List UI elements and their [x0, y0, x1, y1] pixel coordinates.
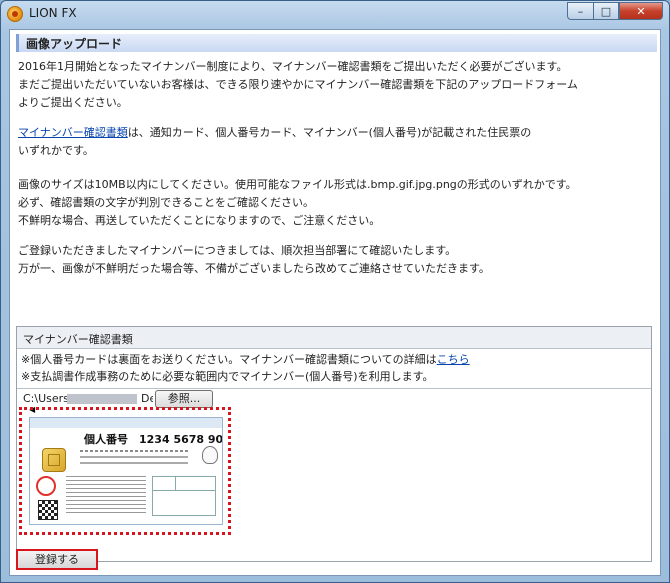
document-types-paragraph: マイナンバー確認書類は、通知カード、個人番号カード、マイナンバー(個人番号)が記…	[18, 124, 531, 160]
redacted-username	[67, 394, 137, 404]
image-preview: 個人番号 1234 5678 9012	[19, 407, 231, 535]
qr-code-icon	[38, 500, 58, 520]
file-requirements-paragraph: 画像のサイズは10MB以内にしてください。使用可能なファイル形式は.bmp.gi…	[18, 176, 577, 230]
document-types-text: は、通知カード、個人番号カード、マイナンバー(個人番号)が記載された住民票の	[127, 126, 532, 139]
mascot-icon	[202, 446, 218, 464]
upload-note-2: ※支払調書作成事務のために必要な範囲内でマイナンバー(個人番号)を利用します。	[21, 370, 434, 383]
card-fine-print	[66, 476, 146, 516]
card-text-lines	[80, 450, 188, 452]
close-button[interactable]: ✕	[619, 2, 663, 20]
intro-line-2: まだご提出いただいていないお客様は、できる限り速やかにマイナンバー確認書類を下記…	[18, 78, 578, 91]
upload-form-title: マイナンバー確認書類	[23, 333, 133, 346]
chip-icon	[42, 448, 66, 472]
upload-note-1: ※個人番号カードは裏面をお送りください。マイナンバー確認書類についての詳細はこち…	[21, 352, 470, 368]
file-requirements-line-2: 必ず、確認書類の文字が判別できることをご確認ください。	[18, 196, 315, 209]
maximize-button[interactable]: □	[593, 2, 619, 20]
upload-form-header: マイナンバー確認書類	[17, 327, 651, 349]
file-requirements-line-1: 画像のサイズは10MB以内にしてください。使用可能なファイル形式は.bmp.gi…	[18, 178, 577, 191]
confirmation-paragraph: ご登録いただきましたマイナンバーにつきましては、順次担当部署にて確認いたします。…	[18, 242, 490, 278]
intro-paragraph: 2016年1月開始となったマイナンバー制度により、マイナンバー確認書類をご提出い…	[18, 58, 578, 112]
divider	[17, 388, 651, 389]
minimize-button[interactable]: –	[567, 2, 593, 20]
content-area: 画像アップロード 2016年1月開始となったマイナンバー制度により、マイナンバー…	[9, 29, 661, 576]
confirmation-line-2: 万が一、画像が不鮮明だった場合等、不備がございましたら改めてご連絡させていただき…	[18, 262, 490, 275]
lion-app-icon	[7, 6, 23, 22]
red-seal-icon	[36, 476, 56, 496]
section-heading: 画像アップロード	[16, 34, 657, 52]
file-path-suffix: De	[141, 392, 153, 405]
card-top-band	[30, 418, 222, 428]
card-stamp-box	[152, 476, 216, 516]
title-bar[interactable]: LION FX – □ ✕	[1, 1, 669, 27]
submit-button[interactable]: 登録する	[16, 549, 98, 570]
mynumber-card-image: 個人番号 1234 5678 9012	[29, 417, 223, 525]
upload-form: マイナンバー確認書類 ※個人番号カードは裏面をお送りください。マイナンバー確認書…	[16, 326, 652, 562]
confirmation-line-1: ご登録いただきましたマイナンバーにつきましては、順次担当部署にて確認いたします。	[18, 244, 457, 257]
intro-line-3: よりご提出ください。	[18, 96, 128, 109]
app-window: LION FX – □ ✕ 画像アップロード 2016年1月開始となったマイナン…	[0, 0, 670, 583]
window-title: LION FX	[29, 6, 77, 20]
file-requirements-line-3: 不鮮明な場合、再送していただくことになりますので、ご注意ください。	[18, 214, 381, 227]
file-path-input[interactable]: C:\Users\ De	[23, 391, 153, 407]
mynumber-docs-link[interactable]: マイナンバー確認書類	[18, 126, 128, 139]
upload-note-1-text: ※個人番号カードは裏面をお送りください。マイナンバー確認書類についての詳細は	[21, 353, 437, 366]
section-heading-text: 画像アップロード	[26, 37, 123, 51]
file-path-prefix: C:\Users\	[23, 392, 73, 405]
document-types-line-2: いずれかです。	[18, 144, 94, 157]
details-link[interactable]: こちら	[437, 353, 470, 366]
card-number-text: 個人番号 1234 5678 9012	[84, 433, 223, 446]
browse-button[interactable]: 参照...	[155, 390, 213, 408]
intro-line-1: 2016年1月開始となったマイナンバー制度により、マイナンバー確認書類をご提出い…	[18, 60, 568, 73]
window-controls: – □ ✕	[567, 2, 663, 20]
